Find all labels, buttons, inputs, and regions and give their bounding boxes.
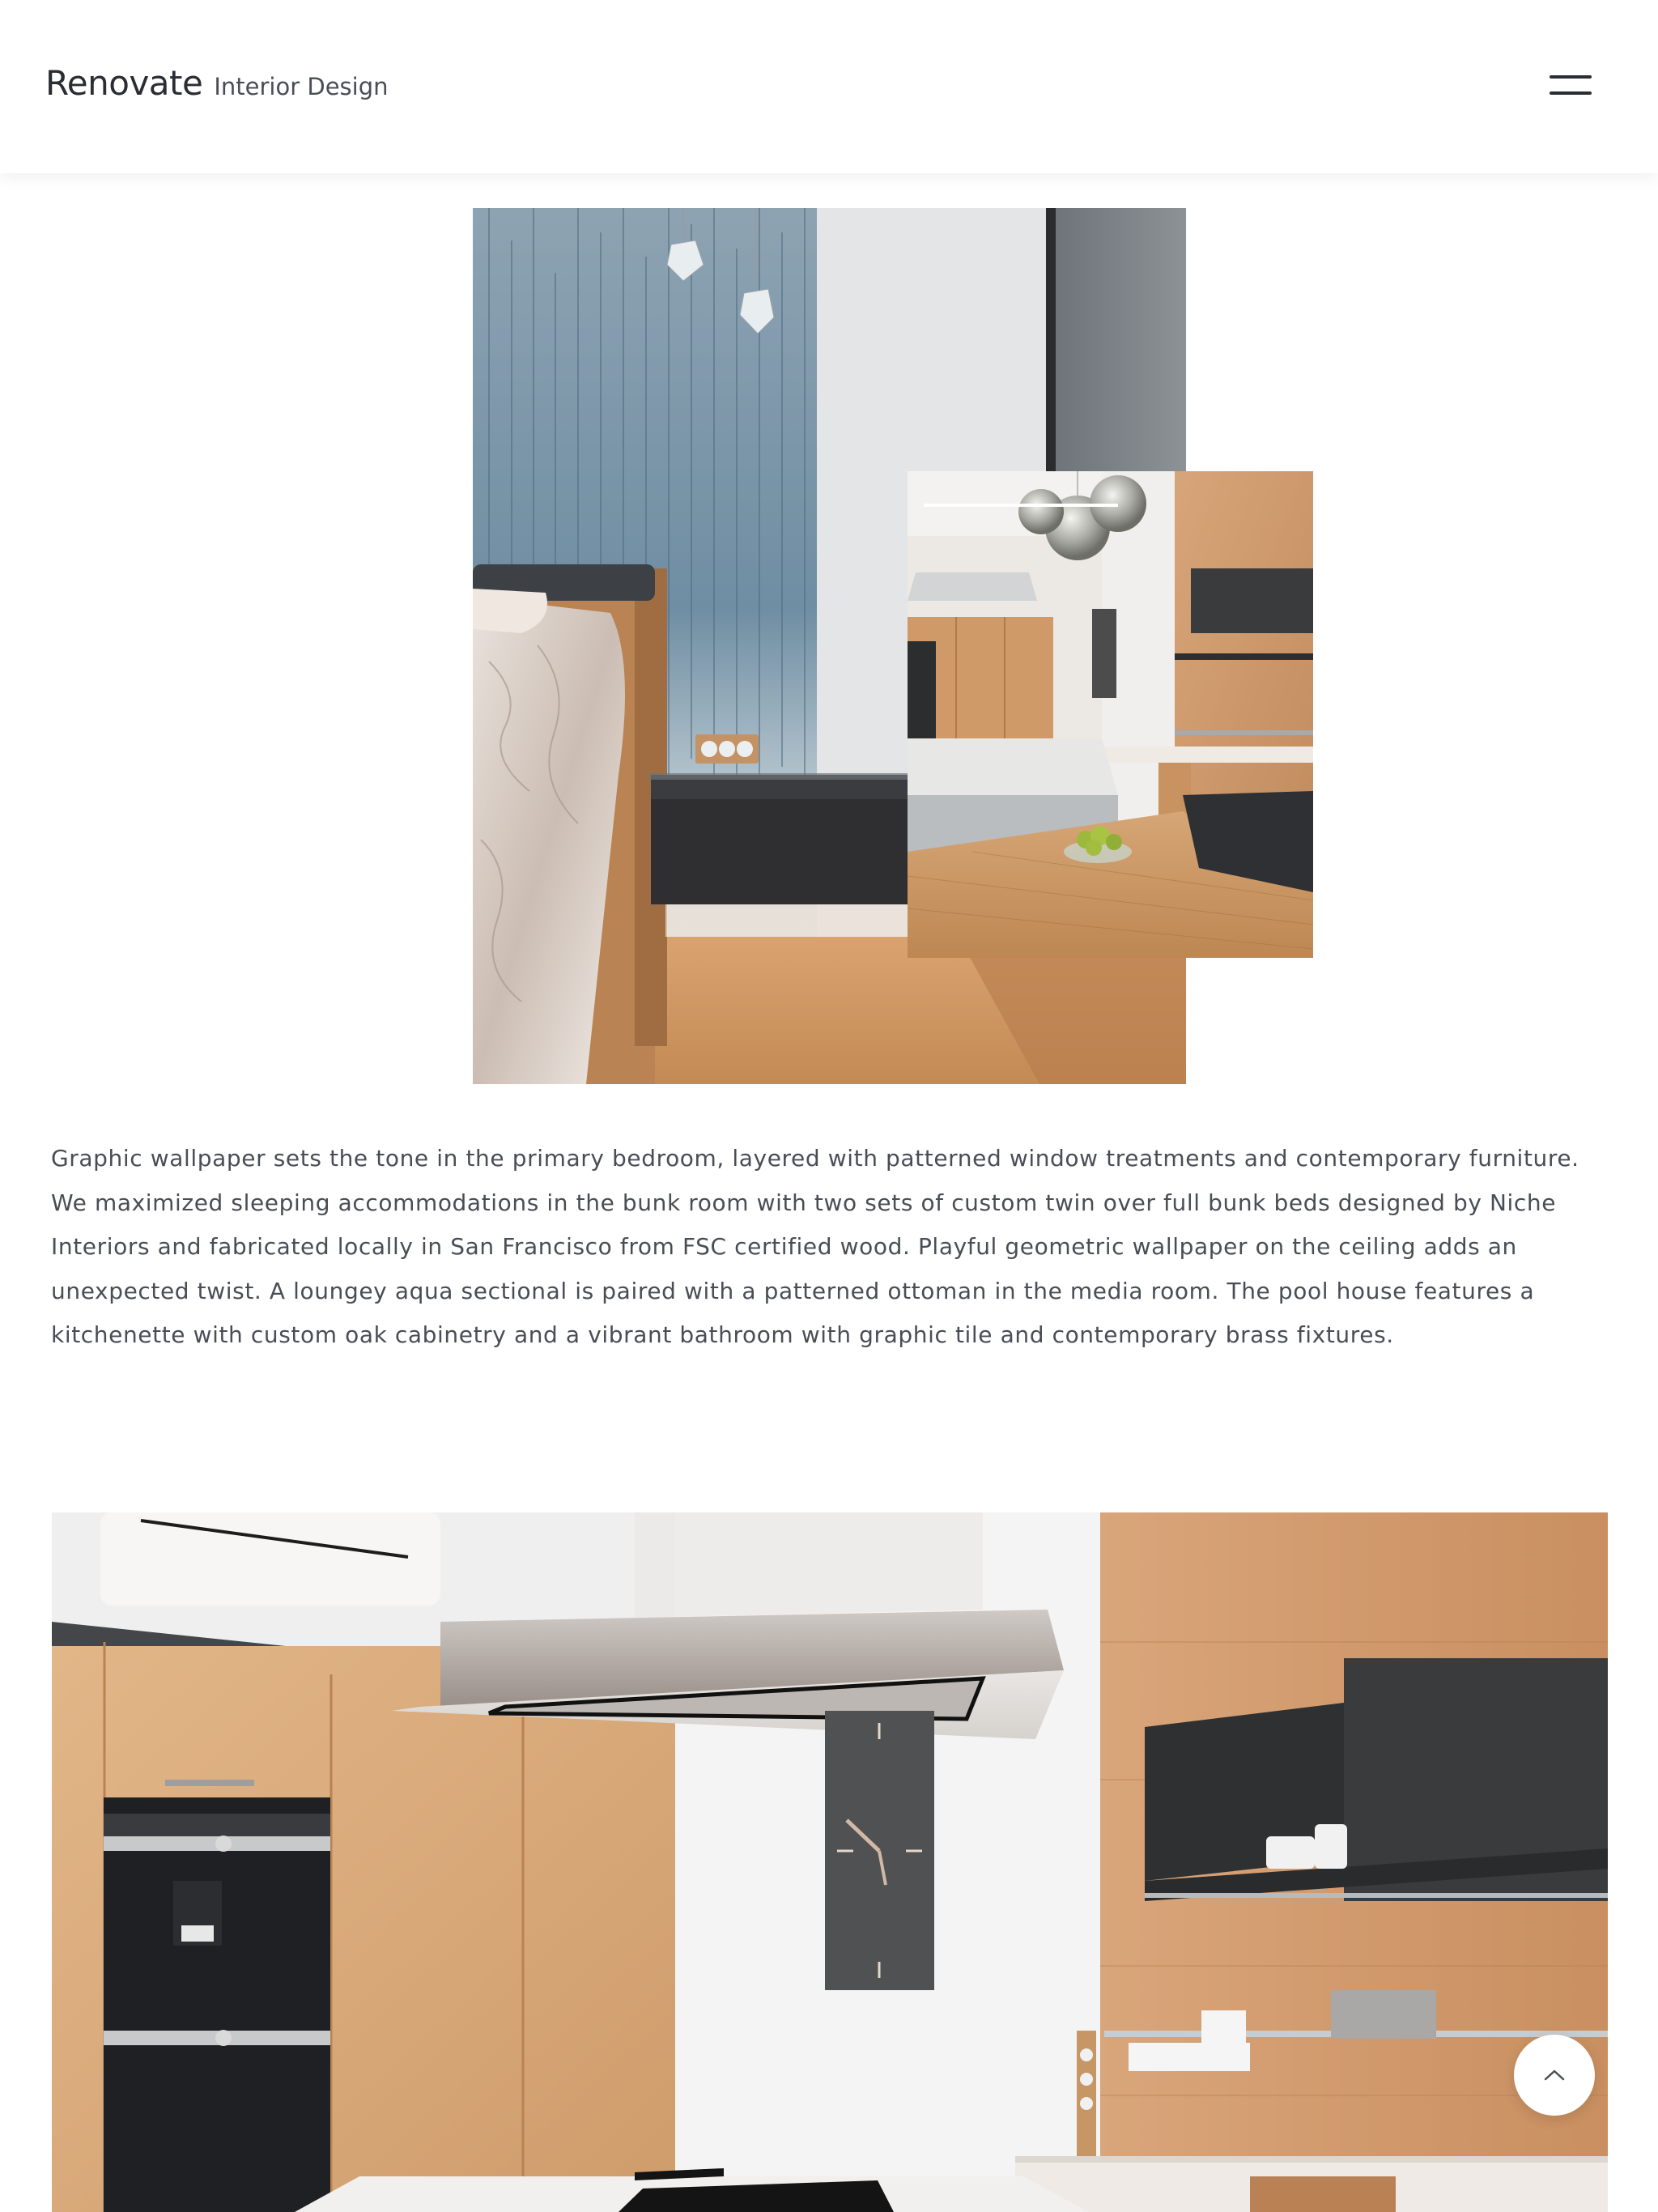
- menu-bar-bottom: [1550, 91, 1592, 95]
- brand-name: Renovate: [45, 63, 203, 103]
- site-header: Renovate Interior Design: [0, 0, 1658, 173]
- hamburger-menu-icon[interactable]: [1546, 71, 1595, 104]
- menu-bar-top: [1550, 75, 1592, 79]
- project-description: Graphic wallpaper sets the tone in the p…: [51, 1145, 1579, 1348]
- brand-tagline: Interior Design: [214, 73, 389, 100]
- chevron-up-icon: [1544, 2069, 1565, 2081]
- kitchen-feature-photo: [52, 1512, 1608, 2212]
- kitchen-dining-photo: [908, 471, 1313, 958]
- back-to-top-button[interactable]: [1514, 2035, 1595, 2116]
- brand-logo-link[interactable]: Renovate Interior Design: [45, 63, 389, 103]
